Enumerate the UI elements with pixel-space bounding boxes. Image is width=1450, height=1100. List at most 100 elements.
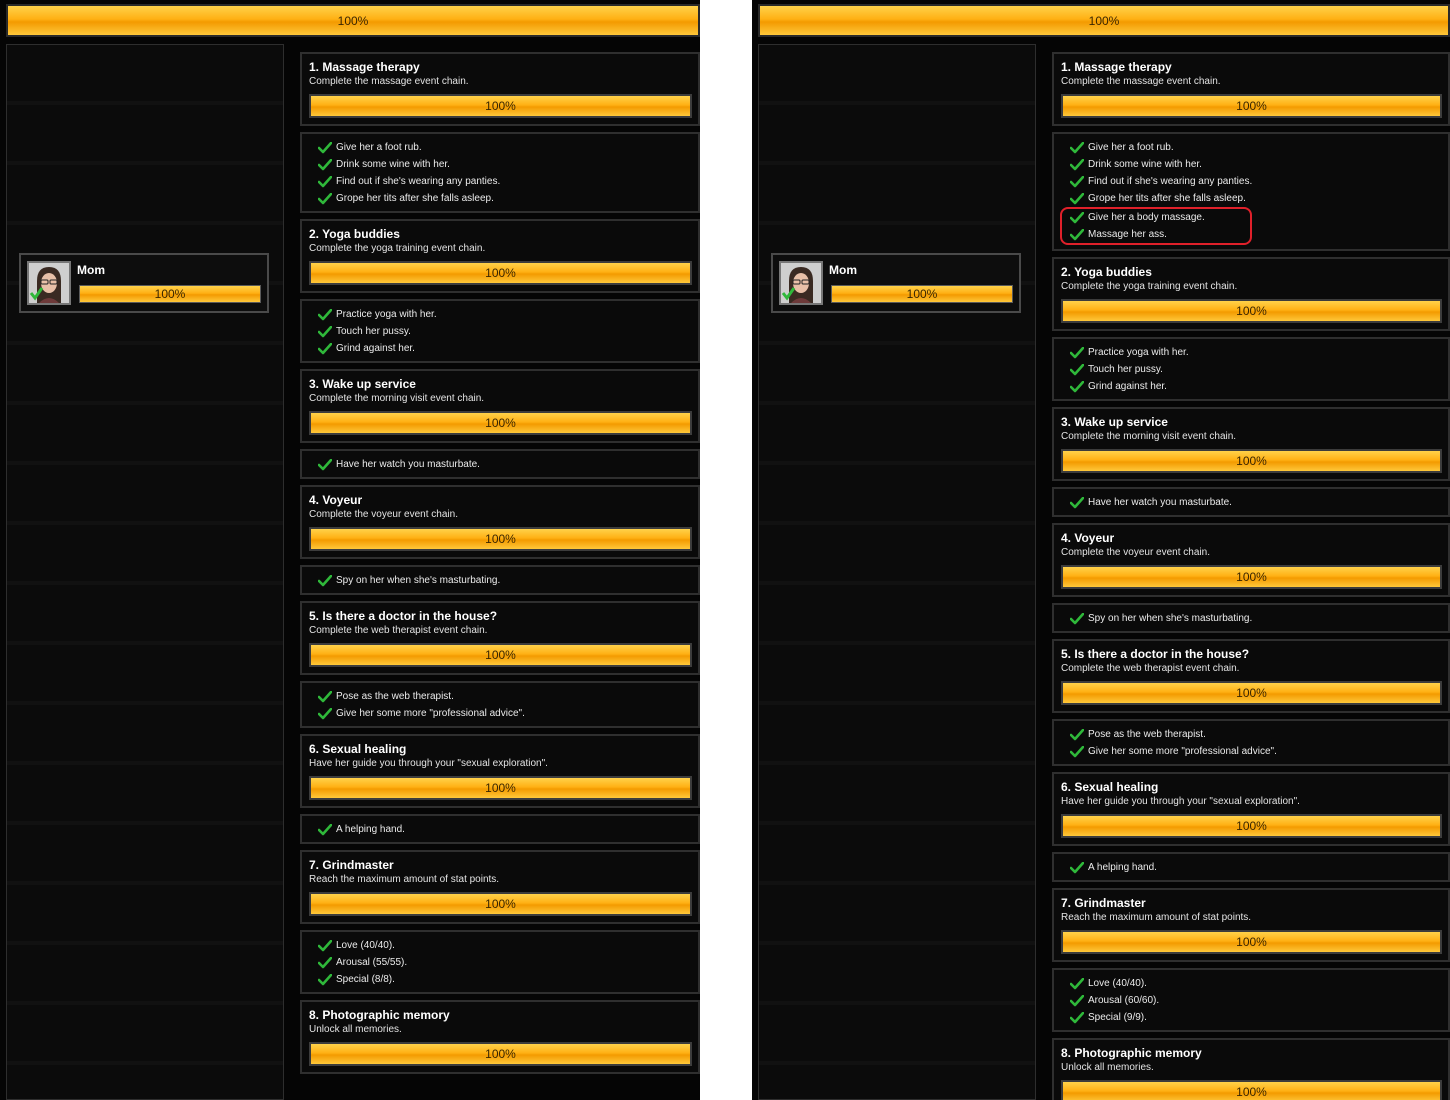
achievement-card[interactable]: 4. Voyeur Complete the voyeur event chain… [1052,523,1450,597]
task-label: Drink some wine with her. [1088,159,1202,170]
achievement-title: 1. Massage therapy [1061,60,1172,74]
achievement-card[interactable]: 7. Grindmaster Reach the maximum amount o… [300,850,700,924]
task-label: Massage her ass. [1088,229,1167,240]
progress-text: 100% [485,781,516,795]
checkmark-icon [1070,346,1084,359]
task-label: A helping hand. [1088,862,1157,873]
achievement-card[interactable]: 3. Wake up service Complete the morning v… [300,369,700,443]
achievement-title: 7. Grindmaster [309,858,394,872]
achievement-card[interactable]: 5. Is there a doctor in the house? Comple… [1052,639,1450,713]
achievement-list[interactable]: 1. Massage therapy Complete the massage e… [1052,52,1450,1100]
achievement-title: 5. Is there a doctor in the house? [309,609,498,623]
progress-text: 100% [485,99,516,113]
task-list: Practice yoga with her. Touch her pussy. G… [1052,337,1450,401]
task-item: A helping hand. [1070,859,1442,876]
character-progress: 100% [832,286,1012,302]
task-list: Pose as the web therapist. Give her some … [1052,719,1450,766]
checkmark-icon [1070,861,1084,874]
achievement-progress: 100% [311,413,690,433]
checkmark-icon [1070,192,1084,205]
achievement-progress-bar: 100% [1061,565,1442,589]
character-name: Mom [77,263,105,277]
achievement-description: Complete the voyeur event chain. [1061,547,1210,558]
checkmark-icon [1070,745,1084,758]
task-item: Give her a foot rub. [1070,139,1442,156]
task-item: Massage her ass. [1070,226,1244,243]
task-item: Drink some wine with her. [318,156,692,173]
task-label: Special (9/9). [1088,1012,1147,1023]
achievement-card[interactable]: 2. Yoga buddies Complete the yoga trainin… [300,219,700,293]
task-item: Have her watch you masturbate. [1070,494,1442,511]
task-list: Practice yoga with her. Touch her pussy. G… [300,299,700,363]
achievement-description: Reach the maximum amount of stat points. [1061,912,1252,923]
task-list: Spy on her when she's masturbating. [1052,603,1450,633]
achievement-progress-bar: 100% [309,94,692,118]
achievement-card[interactable]: 6. Sexual healing Have her guide you thro… [1052,772,1450,846]
achievement-progress: 100% [1063,96,1440,116]
character-progress-bar: 100% [79,285,261,303]
task-label: Grope her tits after she falls asleep. [336,193,494,204]
checkmark-icon [318,939,332,952]
progress-text: 100% [1236,304,1267,318]
task-label: Practice yoga with her. [1088,347,1189,358]
task-list: Love (40/40). Arousal (55/55). Special (8/… [300,930,700,994]
checkmark-icon [1070,977,1084,990]
task-label: Arousal (55/55). [336,957,408,968]
character-card[interactable]: Mom 100% [771,253,1021,313]
character-card[interactable]: Mom 100% [19,253,269,313]
achievement-description: Complete the morning visit event chain. [309,393,485,404]
achievement-description: Complete the yoga training event chain. [309,243,486,254]
achievement-title: 5. Is there a doctor in the house? [1061,647,1250,661]
achievement-list[interactable]: 1. Massage therapy Complete the massage e… [300,52,700,1080]
achievement-title: 2. Yoga buddies [1061,265,1152,279]
achievement-card[interactable]: 2. Yoga buddies Complete the yoga trainin… [1052,257,1450,331]
achievement-title: 3. Wake up service [1061,415,1168,429]
task-item: A helping hand. [318,821,692,838]
achievement-progress-bar: 100% [309,643,692,667]
checkmark-icon [1070,496,1084,509]
checkmark-icon [318,458,332,471]
task-item: Spy on her when she's masturbating. [318,572,692,589]
achievement-description: Reach the maximum amount of stat points. [309,874,500,885]
progress-text: 100% [485,266,516,280]
achievement-card[interactable]: 5. Is there a doctor in the house? Comple… [300,601,700,675]
achievement-card[interactable]: 8. Photographic memory Unlock all memorie… [1052,1038,1450,1100]
task-item: Special (9/9). [1070,1009,1442,1026]
achievement-progress: 100% [1063,567,1440,587]
task-item: Give her some more "professional advice"… [1070,743,1442,760]
achievement-card[interactable]: 7. Grindmaster Reach the maximum amount o… [1052,888,1450,962]
checkmark-icon [318,308,332,321]
achievement-card[interactable]: 3. Wake up service Complete the morning v… [1052,407,1450,481]
checkmark-icon [318,325,332,338]
new-tasks-highlight: Give her a body massage. Massage her ass. [1060,207,1252,245]
achievement-card[interactable]: 8. Photographic memory Unlock all memorie… [300,1000,700,1074]
achievement-card[interactable]: 4. Voyeur Complete the voyeur event chain… [300,485,700,559]
achievement-card[interactable]: 6. Sexual healing Have her guide you thro… [300,734,700,808]
achievement-progress: 100% [311,1044,690,1064]
achievement-title: 6. Sexual healing [309,742,407,756]
task-list: A helping hand. [1052,852,1450,882]
character-list: Mom 100% [758,44,1036,1100]
checkmark-icon [1070,363,1084,376]
task-item: Spy on her when she's masturbating. [1070,610,1442,627]
task-item: Drink some wine with her. [1070,156,1442,173]
achievement-description: Complete the voyeur event chain. [309,509,458,520]
checkmark-icon [1070,175,1084,188]
task-item: Practice yoga with her. [318,306,692,323]
checkmark-icon [318,956,332,969]
achievement-title: 8. Photographic memory [1061,1046,1202,1060]
checkmark-icon [318,574,332,587]
task-label: Give her a foot rub. [336,142,422,153]
achievement-card[interactable]: 1. Massage therapy Complete the massage e… [300,52,700,126]
checkmark-icon [1070,994,1084,1007]
overall-progress-bar: 100% [758,4,1450,37]
avatar [27,261,71,305]
checkmark-icon [318,141,332,154]
achievement-title: 4. Voyeur [1061,531,1115,545]
achievement-progress-bar: 100% [1061,681,1442,705]
character-name: Mom [829,263,857,277]
checkmark-icon [1070,380,1084,393]
achievement-card[interactable]: 1. Massage therapy Complete the massage e… [1052,52,1450,126]
task-item: Grind against her. [1070,378,1442,395]
task-item: Find out if she's wearing any panties. [1070,173,1442,190]
